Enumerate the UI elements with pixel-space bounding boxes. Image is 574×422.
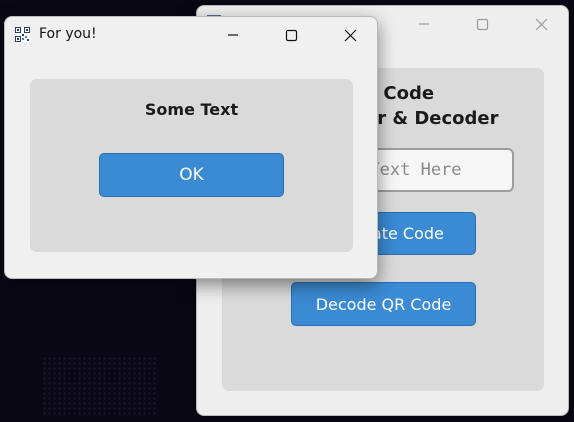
dialog-close-button[interactable] bbox=[334, 23, 366, 47]
ok-button[interactable]: OK bbox=[99, 153, 284, 197]
main-close-button[interactable] bbox=[525, 12, 557, 36]
dialog-content-panel: Some Text OK bbox=[30, 79, 353, 252]
close-icon bbox=[535, 18, 547, 30]
dialog-minimize-button[interactable] bbox=[217, 23, 249, 47]
dialog-maximize-button[interactable] bbox=[275, 23, 307, 47]
minimize-icon bbox=[419, 23, 429, 25]
qr-app-icon bbox=[15, 27, 30, 42]
minimize-icon bbox=[228, 34, 238, 36]
dialog-titlebar: For you! bbox=[5, 17, 377, 53]
dialog-title: For you! bbox=[39, 26, 97, 42]
main-minimize-button[interactable] bbox=[408, 12, 440, 36]
dialog-message: Some Text bbox=[144, 100, 239, 119]
main-maximize-button[interactable] bbox=[466, 12, 498, 36]
decode-qr-code-button[interactable]: Decode QR Code bbox=[291, 282, 476, 326]
dialog-window: For you! Some Text OK bbox=[4, 16, 378, 279]
desktop-dot-pattern bbox=[42, 356, 158, 416]
maximize-icon bbox=[476, 18, 488, 30]
maximize-icon bbox=[285, 29, 297, 41]
close-icon bbox=[344, 29, 356, 41]
